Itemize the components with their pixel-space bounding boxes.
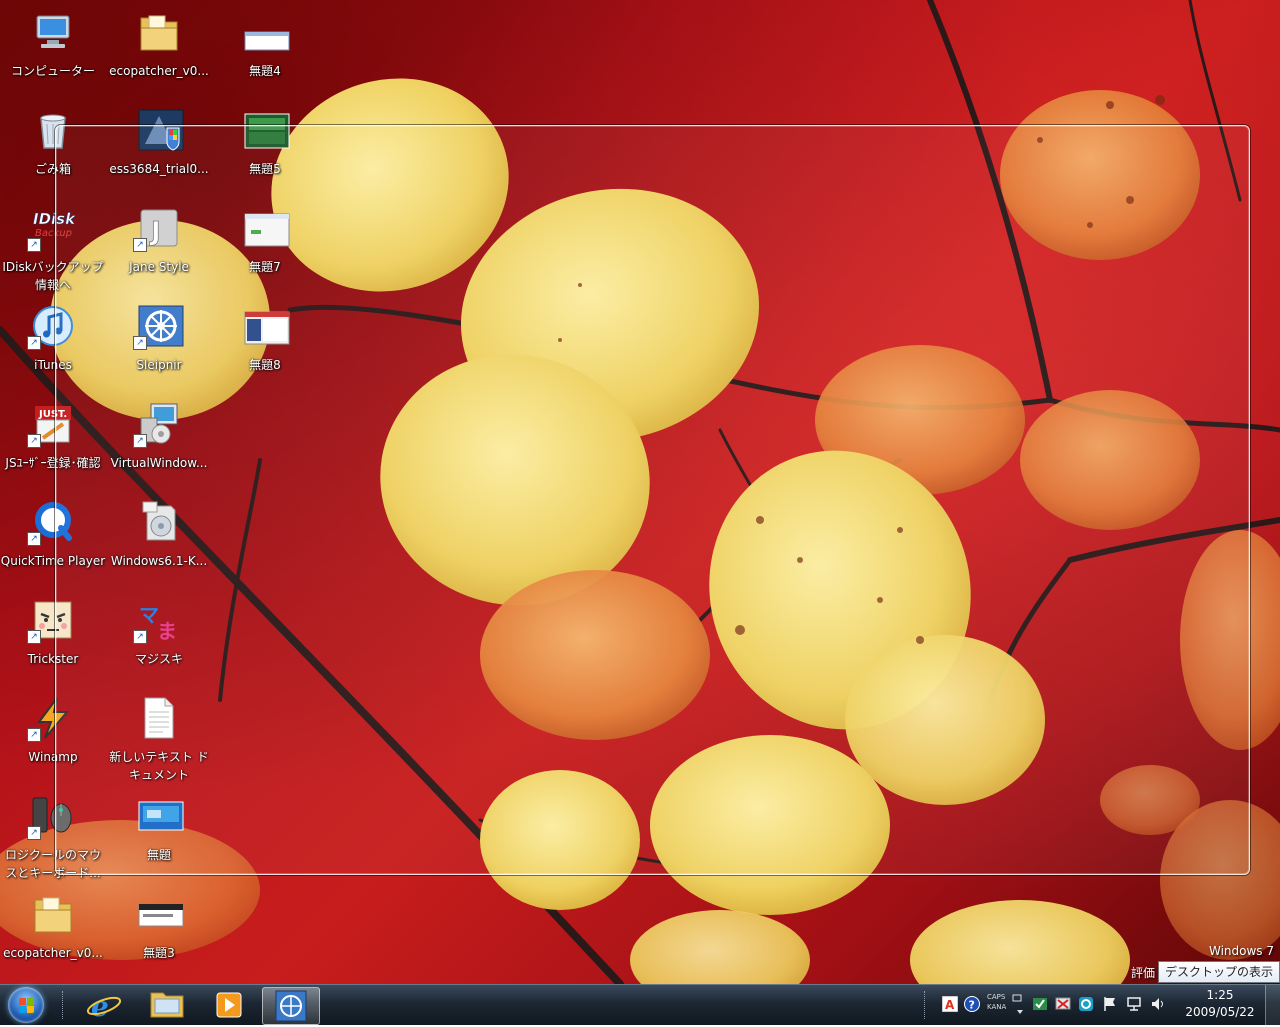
taskbar-grip (62, 991, 65, 1019)
shortcut-arrow-icon: ↗ (27, 630, 41, 644)
svg-text:?: ? (969, 999, 975, 1012)
desktop-icon-label: 無題4 (249, 64, 281, 78)
desktop-icon-untitled3[interactable]: 無題3 (106, 888, 212, 980)
taskbar-clock[interactable]: 1:25 2009/05/22 (1180, 987, 1260, 1021)
network-icon[interactable] (1126, 996, 1142, 1012)
security-tray-icon[interactable] (1032, 996, 1048, 1012)
help-icon[interactable]: ? (964, 996, 980, 1012)
desktop-icon-label: ecopatcher_v0... (109, 64, 209, 78)
folder-icon (31, 892, 75, 936)
desktop-icon-label: 無題3 (143, 946, 175, 960)
computer-icon (31, 10, 75, 54)
svg-text:e: e (91, 990, 109, 1023)
sleipnir-icon (275, 990, 307, 1022)
folder-icon (150, 992, 184, 1018)
svg-text:A: A (945, 998, 955, 1012)
shortcut-arrow-icon: ↗ (27, 238, 41, 252)
ime-menu-icon[interactable] (1012, 993, 1022, 1003)
desktop-icon-label: ecopatcher_v0... (3, 946, 103, 960)
desktop-icon-label: コンピューター (10, 64, 95, 78)
windows-logo-icon (8, 987, 44, 1023)
ime-status[interactable]: CAPS KANA (987, 992, 1006, 1012)
adobe-icon[interactable]: A (941, 995, 959, 1013)
taskbar-internet-explorer[interactable]: e (76, 987, 132, 1023)
desktop-icon-untitled4[interactable]: 無題4 (212, 6, 318, 98)
windows-watermark: Windows 7 (1209, 944, 1274, 958)
media-player-icon (216, 992, 242, 1018)
watermark-evaluation: 評価 (1131, 966, 1156, 980)
shortcut-arrow-icon: ↗ (27, 434, 41, 448)
taskbar-media-player[interactable] (201, 987, 257, 1023)
image-file-icon (137, 892, 184, 936)
sync-icon[interactable] (1078, 996, 1094, 1012)
network-disconnected-icon[interactable] (1055, 996, 1071, 1012)
desktop[interactable]: コンピューター ごみ箱 IDisk Backup ↗ IDiskバックアップ 情報… (0, 0, 1280, 984)
show-desktop-button[interactable] (1265, 985, 1280, 1025)
internet-explorer-icon: e (86, 990, 122, 1023)
taskbar-sleipnir-active[interactable] (262, 987, 320, 1025)
shortcut-arrow-icon: ↗ (27, 728, 41, 742)
image-file-icon (243, 10, 290, 54)
aero-peek-window-outline (55, 125, 1250, 875)
clock-date: 2009/05/22 (1185, 1005, 1255, 1019)
desktop-icon-computer[interactable]: コンピューター (0, 6, 106, 98)
taskbar: e A ? CAPS KANA 1:25 2009/05/22 (0, 984, 1280, 1025)
action-center-flag-icon[interactable] (1102, 996, 1118, 1012)
folder-icon (137, 10, 181, 54)
shortcut-arrow-icon: ↗ (27, 826, 41, 840)
watermark-edition: Windows 7 (1208, 944, 1274, 958)
desktop-icon-ecopatcher-folder-1[interactable]: ecopatcher_v0... (106, 6, 212, 98)
volume-icon[interactable] (1150, 996, 1166, 1012)
shortcut-arrow-icon: ↗ (27, 532, 41, 546)
kana-indicator: KANA (987, 1003, 1007, 1011)
clock-time: 1:25 (1206, 988, 1234, 1002)
taskbar-explorer[interactable] (139, 987, 195, 1023)
tray-grip (924, 991, 927, 1019)
start-button[interactable] (2, 986, 52, 1024)
desktop-icon-ecopatcher-folder-2[interactable]: ecopatcher_v0... (0, 888, 106, 980)
caps-indicator: CAPS (987, 993, 1006, 1001)
shortcut-arrow-icon: ↗ (27, 336, 41, 350)
ime-dropdown-icon[interactable] (1016, 1005, 1024, 1014)
show-desktop-tooltip: デスクトップの表示 (1158, 961, 1280, 983)
